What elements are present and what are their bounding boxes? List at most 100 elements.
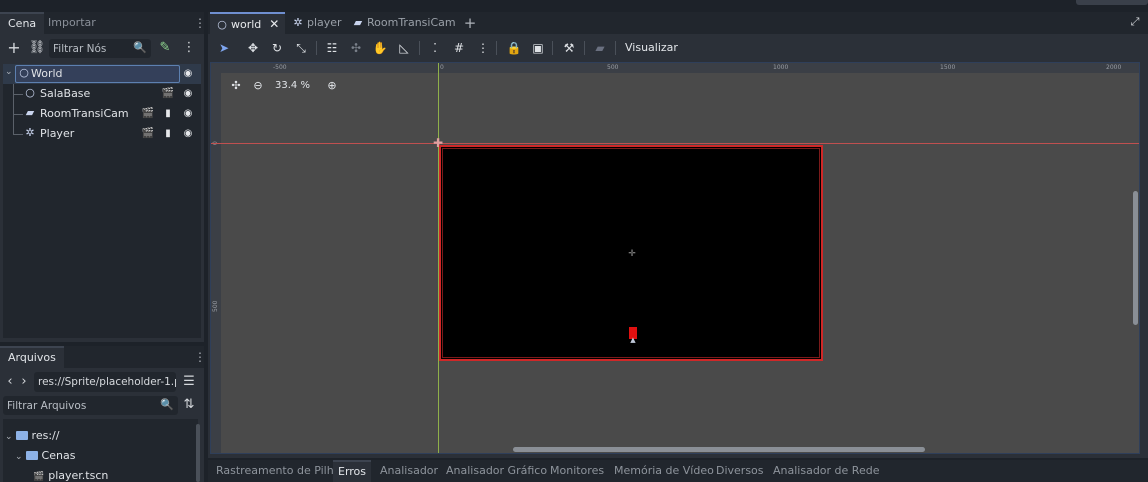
attach-script-icon[interactable]: ✎: [156, 39, 174, 57]
file-tree-label: Cenas: [41, 449, 76, 462]
chevron-down-icon[interactable]: ⌄: [5, 432, 13, 442]
pan-tool-icon[interactable]: ✋: [371, 39, 389, 57]
file-path-field[interactable]: res://Sprite/placeholder-1.pn: [34, 372, 176, 392]
link-icon[interactable]: ⛓: [28, 39, 46, 57]
toolbar-separator: [584, 41, 585, 55]
pivot-tool-icon[interactable]: ✣: [347, 39, 365, 57]
tree-node-roomtransicam[interactable]: ▰ RoomTransiCam 🎬 ▮ ◉: [3, 104, 201, 124]
zoom-in-icon[interactable]: ⊕: [325, 79, 339, 93]
tab-video-memory[interactable]: Memória de Vídeo: [614, 460, 714, 482]
close-icon[interactable]: ✕: [269, 14, 279, 34]
script-icon[interactable]: ▮: [161, 107, 175, 121]
distraction-free-icon[interactable]: ⤢: [1128, 15, 1142, 29]
tab-roomtransicam[interactable]: ▰ RoomTransiCam: [352, 12, 456, 34]
tree-node-salabase[interactable]: ○ SalaBase 🎬 ◉: [3, 84, 201, 104]
tab-monitors[interactable]: Monitores: [550, 460, 604, 482]
ruler-tool-icon[interactable]: ◺: [395, 39, 413, 57]
chevron-down-icon[interactable]: ⌄: [5, 67, 15, 79]
group-icon[interactable]: ▣: [529, 39, 547, 57]
scene-tabs: ○ world ✕ ✲ player ▰ RoomTransiCam + ⤢: [208, 12, 1148, 34]
smart-snap-icon[interactable]: ⁚: [426, 39, 444, 57]
character-icon: ✲: [293, 16, 303, 29]
scene-options-icon[interactable]: ⋮: [180, 39, 198, 57]
chevron-down-icon[interactable]: ⌄: [15, 452, 23, 462]
chevron-left-icon[interactable]: ‹: [4, 373, 16, 391]
tab-network-profiler[interactable]: Analisador de Rede: [773, 460, 879, 482]
tree-node-label: RoomTransiCam: [40, 107, 129, 120]
zoom-out-icon[interactable]: ⊖: [251, 79, 265, 93]
tab-world[interactable]: ○ world ✕: [210, 12, 286, 34]
ruler-label: 0: [440, 64, 444, 71]
tab-files[interactable]: Arquivos: [0, 346, 64, 368]
visibility-eye-icon[interactable]: ◉: [181, 107, 195, 121]
file-tree-scrollbar[interactable]: [196, 424, 200, 482]
node2d-icon: ○: [217, 18, 227, 31]
toolbar-separator: [496, 41, 497, 55]
file-tree-item[interactable]: ⌄ Cenas: [15, 449, 75, 469]
visibility-eye-icon[interactable]: ◉: [181, 87, 195, 101]
tab-errors[interactable]: Erros: [333, 460, 372, 482]
add-node-icon[interactable]: +: [5, 39, 23, 57]
move-tool-icon[interactable]: ✥: [244, 39, 262, 57]
viewport-vertical-scrollbar[interactable]: [1133, 191, 1138, 325]
bone-icon[interactable]: ⚒: [560, 39, 578, 57]
file-tree: ⌄ res:// ⌄ Cenas 🎬 player.tscn: [3, 419, 198, 482]
tab-player[interactable]: ✲ player: [292, 12, 341, 34]
filter-files-input[interactable]: [7, 396, 157, 415]
tree-node-label: Player: [40, 127, 75, 140]
scene-dock-tabs: Cena Importar ⋮: [0, 12, 206, 34]
main-editor: ○ world ✕ ✲ player ▰ RoomTransiCam + ⤢ ➤ ✥ ↻…: [208, 12, 1148, 458]
open-scene-icon[interactable]: 🎬: [141, 107, 155, 121]
script-icon[interactable]: ▮: [161, 127, 175, 141]
tab-misc[interactable]: Diversos: [716, 460, 764, 482]
snap-options-icon[interactable]: ⋮: [474, 39, 492, 57]
file-tree-label: res://: [31, 429, 60, 442]
grid-snap-icon[interactable]: #: [450, 39, 468, 57]
center-view-icon[interactable]: ✣: [229, 79, 243, 93]
file-tree-item[interactable]: 🎬 player.tscn: [33, 469, 108, 482]
tab-stack-trace[interactable]: Rastreamento de Pilha: [216, 460, 340, 482]
dock-menu-icon[interactable]: ⋮: [194, 16, 206, 30]
top-strip-control[interactable]: [1076, 0, 1148, 5]
open-scene-icon[interactable]: 🎬: [161, 87, 175, 101]
tab-visual-profiler[interactable]: Analisador Gráfico: [446, 460, 547, 482]
tree-node-buttons: 🎬 ▮ ◉: [141, 107, 195, 121]
search-icon: 🔍: [133, 41, 147, 54]
tree-node-world[interactable]: ⌄ ○ World ◉: [3, 64, 201, 84]
visibility-eye-icon[interactable]: ◉: [181, 67, 195, 81]
filter-nodes-input[interactable]: [53, 39, 133, 58]
filter-nodes-box: 🔍: [49, 39, 151, 58]
scale-tool-icon[interactable]: ⤡: [292, 39, 310, 57]
x-axis-line: [211, 143, 1139, 144]
toolbar-separator: [419, 41, 420, 55]
zoom-level[interactable]: 33.4 %: [275, 80, 310, 91]
canvas-viewport[interactable]: -500 0 500 1000 1500 2000 0 500 ✚ ✣ ⊖ 33…: [210, 62, 1140, 454]
room-rect[interactable]: ✛ ▲: [439, 145, 823, 361]
ruler-label: 1000: [773, 64, 789, 71]
tab-profiler[interactable]: Analisador: [380, 460, 438, 482]
sort-icon[interactable]: ⇅: [180, 396, 198, 414]
character-icon: ✲: [25, 126, 35, 139]
chevron-right-icon[interactable]: ›: [18, 373, 30, 391]
tree-node-buttons: 🎬 ▮ ◉: [141, 127, 195, 141]
scene-toolbar: + ⛓ 🔍 ✎ ⋮: [0, 36, 204, 60]
add-scene-tab-icon[interactable]: +: [462, 14, 478, 32]
ruler-left: 0 500: [211, 63, 221, 453]
split-view-icon[interactable]: ☰: [180, 373, 198, 391]
lock-icon[interactable]: 🔒: [505, 39, 523, 57]
open-scene-icon[interactable]: 🎬: [141, 127, 155, 141]
visibility-eye-icon[interactable]: ◉: [181, 127, 195, 141]
toolbar-separator: [552, 41, 553, 55]
camera-override-icon[interactable]: ▰: [591, 39, 609, 57]
list-select-icon[interactable]: ☷: [323, 39, 341, 57]
tab-scene[interactable]: Cena: [0, 12, 45, 34]
view-menu[interactable]: Visualizar: [625, 39, 678, 57]
tree-node-label: World: [31, 67, 63, 80]
tree-node-player[interactable]: ✲ Player 🎬 ▮ ◉: [3, 124, 201, 144]
rotate-tool-icon[interactable]: ↻: [268, 39, 286, 57]
tab-import[interactable]: Importar: [40, 12, 104, 34]
dock-menu-icon[interactable]: ⋮: [194, 350, 206, 364]
file-tree-item[interactable]: ⌄ res://: [5, 429, 59, 449]
viewport-horizontal-scrollbar[interactable]: [513, 447, 925, 452]
select-tool-icon[interactable]: ➤: [215, 39, 233, 57]
